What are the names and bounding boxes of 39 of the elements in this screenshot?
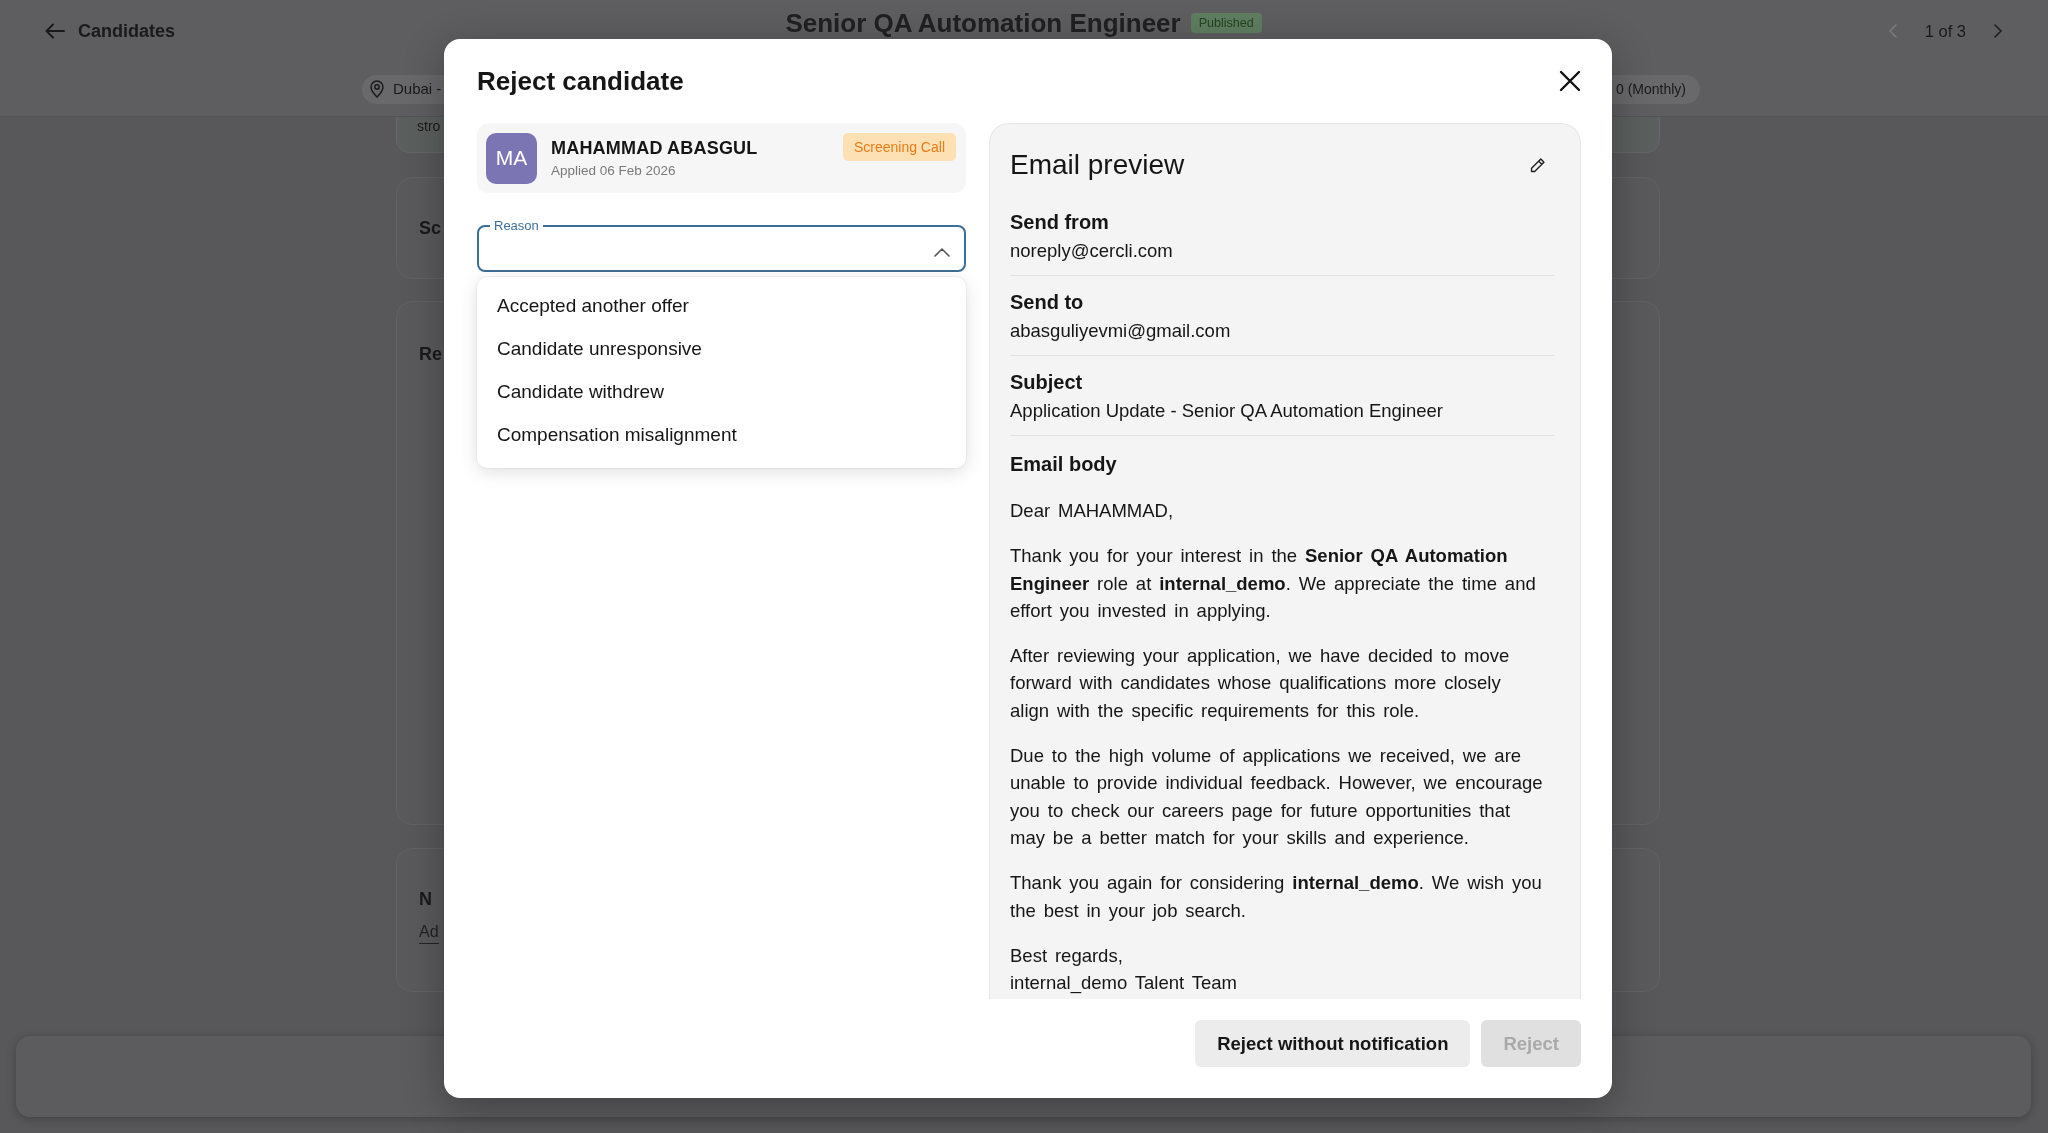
dropdown-option[interactable]: Candidate unresponsive <box>477 327 966 370</box>
section-heading: Sc <box>419 217 442 240</box>
panel-title: Email preview <box>1010 148 1185 182</box>
modal-title: Reject candidate <box>477 65 684 98</box>
back-arrow-icon <box>45 23 65 39</box>
dropdown-option[interactable]: Candidate withdrew <box>477 370 966 413</box>
action-button[interactable]: Reject without notification <box>1195 1020 1471 1067</box>
email-paragraph: Dear MAHAMMAD, <box>1010 499 1175 523</box>
card-text: stro <box>417 117 441 135</box>
avatar: MA <box>486 132 537 184</box>
candidate-name: MAHAMMAD ABASGUL <box>551 136 758 159</box>
field-label: Subject <box>1010 370 1083 395</box>
field-value: Application Update - Senior QA Automation Engineer <box>1010 399 1443 423</box>
field-label: Send to <box>1010 290 1084 315</box>
close-icon[interactable] <box>1559 70 1581 92</box>
field-value: abasguliyevmi@gmail.com <box>1010 319 1231 343</box>
job-title: Senior QA Automation Engineer <box>785 8 1181 38</box>
chevron-right-icon[interactable] <box>1994 24 2002 38</box>
email-paragraph: Best regards, internal_demo Talent Team <box>1010 943 1238 996</box>
page-counter: 1 of 3 <box>1924 21 1966 41</box>
status-badge: Published <box>1190 13 1262 33</box>
field-label: Send from <box>1010 210 1109 235</box>
stage-badge: Screening Call <box>842 133 956 161</box>
dropdown-option[interactable]: Compensation misalignment <box>477 413 966 456</box>
email-paragraph: Due to the high volume of applications we received, we are unable to provide individual feedback. However, we encourage you to check our careers page for future opportunities that may be a better match for your skills and experience. <box>1010 744 1544 850</box>
location-label: Dubai - <box>393 80 442 98</box>
email-paragraph: Thank you for your interest in the Senior QA Automation Engineer role at internal_demo. We appreciate the time and effort you invested in applying. <box>1010 544 1537 623</box>
field-label: Email body <box>1010 452 1117 477</box>
field-value: noreply@cercli.com <box>1010 239 1173 263</box>
chevron-up-icon <box>934 247 950 257</box>
email-paragraph: Thank you again for considering internal_demo. We wish you the best in your job search. <box>1010 871 1543 923</box>
section-heading: Re <box>419 343 442 366</box>
reason-select[interactable]: Reason <box>477 218 966 272</box>
pencil-icon[interactable] <box>1529 156 1546 174</box>
section-heading: N <box>419 888 432 911</box>
applied-date: Applied 06 Feb 2026 <box>551 161 676 180</box>
dropdown-option[interactable]: Accepted another offer <box>477 284 966 327</box>
email-paragraph: After reviewing your application, we have decided to move forward with candidates whose qualifications more closely align with the specific requirements for this role. <box>1010 644 1511 723</box>
location-pin-icon <box>370 80 384 98</box>
